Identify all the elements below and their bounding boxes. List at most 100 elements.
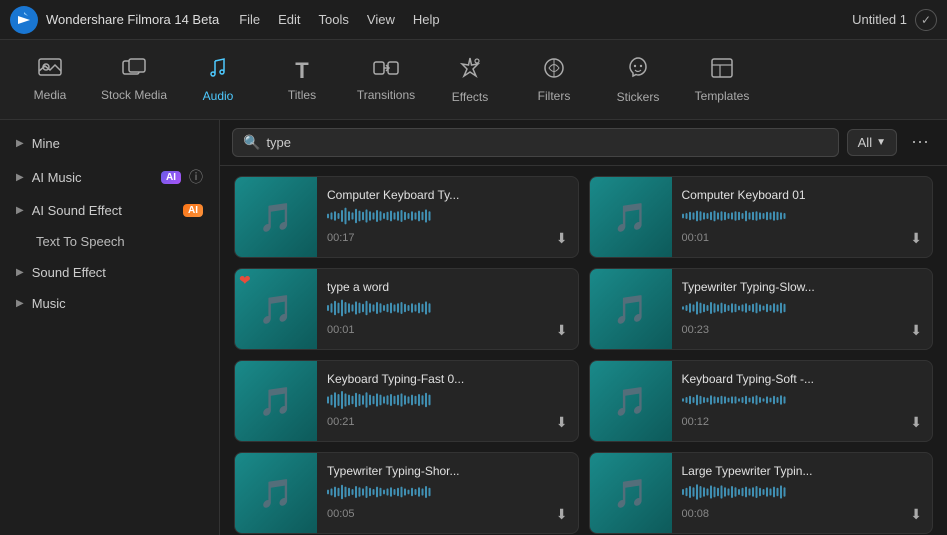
audio-waveform <box>682 482 923 502</box>
menu-view[interactable]: View <box>367 12 395 27</box>
search-icon: 🔍 <box>243 134 260 151</box>
sidebar-mine-label: Mine <box>32 136 203 151</box>
ai-badge: AI <box>161 171 181 184</box>
audio-meta: 00:01 ⬇ <box>682 230 923 247</box>
search-bar: 🔍 All ▼ ⋯ <box>220 120 947 166</box>
ai-orange-badge: AI <box>183 204 203 217</box>
download-button[interactable]: ⬇ <box>910 322 922 339</box>
search-input[interactable] <box>266 135 827 150</box>
menu-help[interactable]: Help <box>413 12 440 27</box>
music-note-icon: 🎵 <box>259 477 294 510</box>
transitions-icon <box>373 58 399 84</box>
audio-card[interactable]: 🎵 Computer Keyboard Ty... 00:17 ⬇ <box>234 176 579 258</box>
audio-meta: 00:01 ⬇ <box>327 322 568 339</box>
toolbar-stickers[interactable]: Stickers <box>598 45 678 115</box>
filters-icon <box>542 57 566 85</box>
audio-meta: 00:23 ⬇ <box>682 322 923 339</box>
titles-icon: T <box>295 58 308 84</box>
audio-card[interactable]: 🎵 Typewriter Typing-Shor... 00:05 ⬇ <box>234 452 579 534</box>
audio-waveform <box>682 390 923 410</box>
audio-duration: 00:12 <box>682 416 710 428</box>
music-note-icon: 🎵 <box>259 201 294 234</box>
audio-duration: 00:01 <box>327 324 355 336</box>
sidebar-item-ai-music[interactable]: ▶ AI Music AI ⓘ <box>0 159 219 195</box>
stock-media-icon <box>122 58 146 84</box>
search-input-wrap[interactable]: 🔍 <box>232 128 839 157</box>
chevron-right-icon: ▶ <box>16 298 24 309</box>
more-options-button[interactable]: ⋯ <box>905 130 935 155</box>
stickers-icon <box>626 56 650 86</box>
audio-meta: 00:05 ⬇ <box>327 506 568 523</box>
menu-tools[interactable]: Tools <box>319 12 349 27</box>
filter-label: All <box>858 135 872 150</box>
audio-card[interactable]: ❤ 🎵 type a word 00:01 ⬇ <box>234 268 579 350</box>
audio-thumbnail: 🎵 <box>235 176 317 258</box>
download-button[interactable]: ⬇ <box>556 322 568 339</box>
audio-card[interactable]: 🎵 Keyboard Typing-Fast 0... 00:21 ⬇ <box>234 360 579 442</box>
audio-duration: 00:23 <box>682 324 710 336</box>
content-area: 🔍 All ▼ ⋯ 🎵 Computer Keyboard Ty... 00:1… <box>220 120 947 535</box>
download-button[interactable]: ⬇ <box>910 230 922 247</box>
audio-card[interactable]: 🎵 Keyboard Typing-Soft -... 00:12 ⬇ <box>589 360 934 442</box>
toolbar-stock-media[interactable]: Stock Media <box>94 45 174 115</box>
audio-info: type a word 00:01 ⬇ <box>317 272 578 347</box>
audio-thumbnail: 🎵 <box>235 452 317 534</box>
audio-thumbnail: 🎵 <box>590 360 672 442</box>
toolbar-titles[interactable]: T Titles <box>262 45 342 115</box>
toolbar-audio-label: Audio <box>203 89 234 103</box>
audio-thumbnail: 🎵 <box>235 360 317 442</box>
toolbar-titles-label: Titles <box>288 88 316 102</box>
toolbar-transitions[interactable]: Transitions <box>346 45 426 115</box>
audio-waveform <box>327 206 568 226</box>
sidebar: ▶ Mine ▶ AI Music AI ⓘ ▶ AI Sound Effect… <box>0 120 220 535</box>
audio-title: Large Typewriter Typin... <box>682 464 923 478</box>
audio-thumbnail: 🎵 <box>590 176 672 258</box>
toolbar-filters[interactable]: Filters <box>514 45 594 115</box>
download-button[interactable]: ⬇ <box>556 230 568 247</box>
toolbar-effects[interactable]: Effects <box>430 45 510 115</box>
toolbar-audio[interactable]: Audio <box>178 45 258 115</box>
download-button[interactable]: ⬇ <box>910 506 922 523</box>
sidebar-item-text-to-speech[interactable]: Text To Speech <box>0 226 219 257</box>
audio-info: Keyboard Typing-Soft -... 00:12 ⬇ <box>672 364 933 439</box>
sidebar-item-sound-effect[interactable]: ▶ Sound Effect <box>0 257 219 288</box>
audio-info: Computer Keyboard 01 00:01 ⬇ <box>672 180 933 255</box>
filter-dropdown[interactable]: All ▼ <box>847 129 897 156</box>
sidebar-item-music[interactable]: ▶ Music <box>0 288 219 319</box>
menu-file[interactable]: File <box>239 12 260 27</box>
audio-waveform <box>682 206 923 226</box>
chevron-right-icon: ▶ <box>16 172 24 183</box>
download-button[interactable]: ⬇ <box>556 414 568 431</box>
download-button[interactable]: ⬇ <box>910 414 922 431</box>
toolbar-media[interactable]: Media <box>10 45 90 115</box>
audio-thumbnail: ❤ 🎵 <box>235 268 317 350</box>
audio-waveform <box>327 298 568 318</box>
audio-card[interactable]: 🎵 Typewriter Typing-Slow... 00:23 ⬇ <box>589 268 934 350</box>
audio-meta: 00:21 ⬇ <box>327 414 568 431</box>
audio-info: Keyboard Typing-Fast 0... 00:21 ⬇ <box>317 364 578 439</box>
audio-title: Computer Keyboard Ty... <box>327 188 568 202</box>
sidebar-item-ai-sound-effect[interactable]: ▶ AI Sound Effect AI <box>0 195 219 226</box>
audio-card[interactable]: 🎵 Large Typewriter Typin... 00:08 ⬇ <box>589 452 934 534</box>
audio-duration: 00:08 <box>682 508 710 520</box>
chevron-right-icon: ▶ <box>16 205 24 216</box>
toolbar-templates[interactable]: Templates <box>682 45 762 115</box>
audio-duration: 00:21 <box>327 416 355 428</box>
download-button[interactable]: ⬇ <box>556 506 568 523</box>
sidebar-ai-sound-label: AI Sound Effect <box>32 203 171 218</box>
toolbar-stock-label: Stock Media <box>101 88 167 102</box>
audio-card[interactable]: 🎵 Computer Keyboard 01 00:01 ⬇ <box>589 176 934 258</box>
account-icon[interactable]: ✓ <box>915 9 937 31</box>
audio-duration: 00:01 <box>682 232 710 244</box>
audio-meta: 00:08 ⬇ <box>682 506 923 523</box>
audio-title: Typewriter Typing-Shor... <box>327 464 568 478</box>
titlebar: Wondershare Filmora 14 Beta File Edit To… <box>0 0 947 40</box>
sidebar-ai-music-label: AI Music <box>32 170 149 185</box>
menu-edit[interactable]: Edit <box>278 12 300 27</box>
sidebar-item-mine[interactable]: ▶ Mine <box>0 128 219 159</box>
audio-info: Computer Keyboard Ty... 00:17 ⬇ <box>317 180 578 255</box>
info-icon: ⓘ <box>189 167 203 187</box>
sidebar-tts-label: Text To Speech <box>36 234 125 249</box>
chevron-right-icon: ▶ <box>16 267 24 278</box>
audio-title: Keyboard Typing-Fast 0... <box>327 372 568 386</box>
